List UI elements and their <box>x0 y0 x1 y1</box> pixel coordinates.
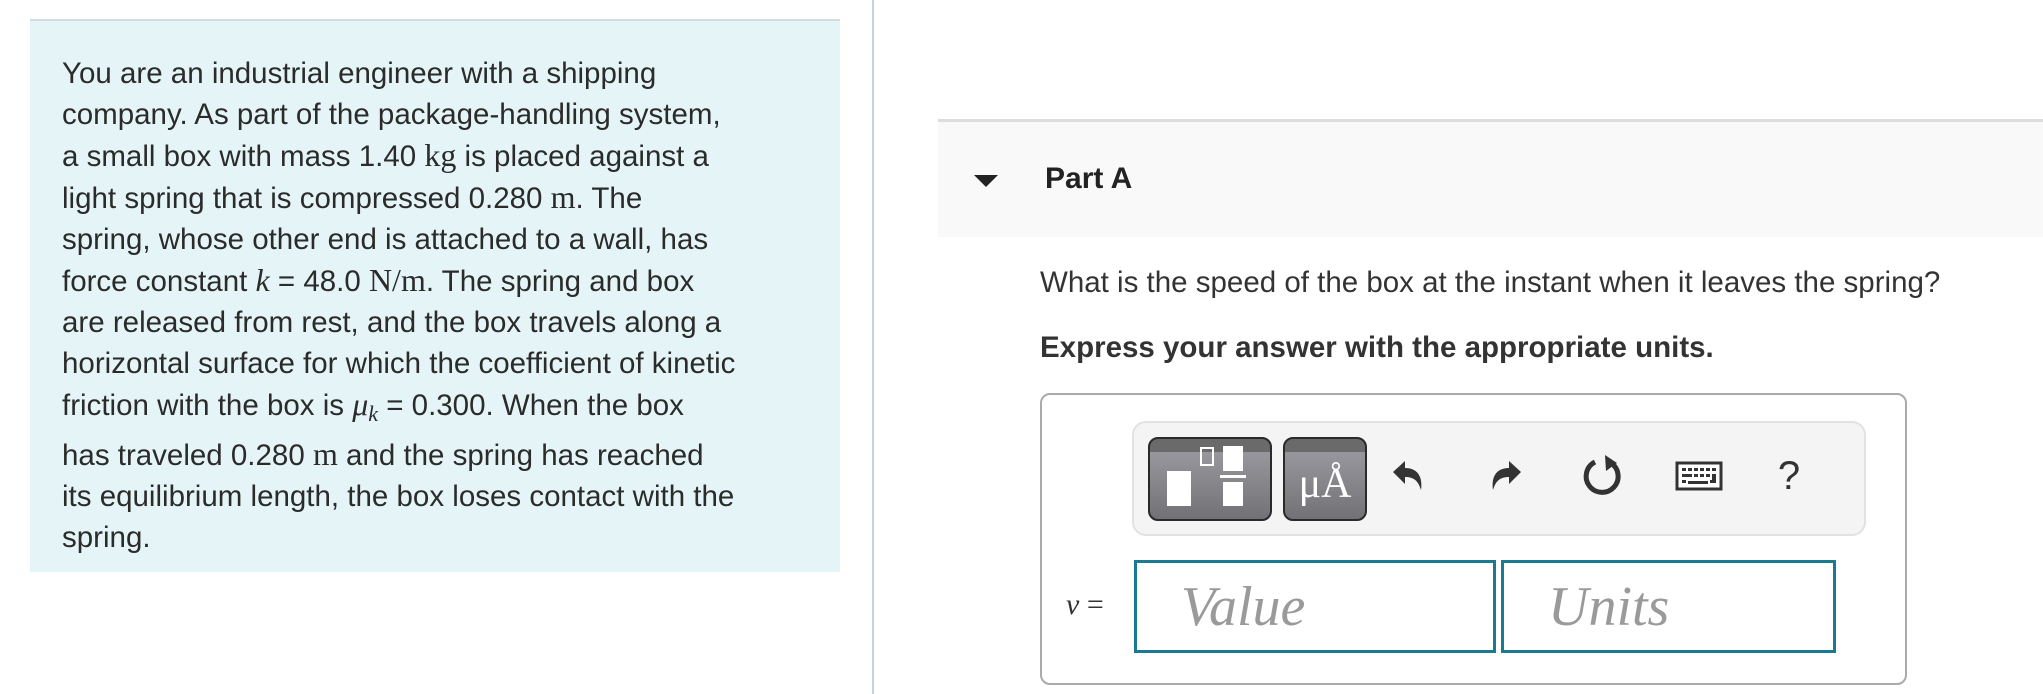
unit-n-per-m: N/m <box>368 262 426 298</box>
text: force constant <box>62 265 256 298</box>
reset-icon <box>1583 455 1621 495</box>
subscript-k: k <box>368 401 379 426</box>
problem-statement-panel: You are an industrial engineer with a sh… <box>30 19 840 572</box>
problem-line: You are an industrial engineer with a sh… <box>62 53 832 94</box>
instruction-text: Express your answer with the appropriate… <box>1040 331 1714 364</box>
text: and the spring has reached <box>337 439 704 472</box>
math-toolbar: μÅ ? <box>1132 421 1866 536</box>
redo-button[interactable] <box>1480 451 1530 501</box>
text: horizontal surface for which the coeffic… <box>62 347 736 380</box>
help-icon: ? <box>1777 453 1801 498</box>
redo-icon <box>1492 461 1521 490</box>
problem-line: friction with the box is μk = 0.300. Whe… <box>62 384 832 434</box>
text: are released from rest, and the box trav… <box>62 306 722 339</box>
symbol-mu: μ <box>352 386 369 422</box>
text: . The <box>575 182 643 215</box>
text: has traveled 0.280 <box>62 439 313 472</box>
problem-line: are released from rest, and the box trav… <box>62 302 832 343</box>
reset-button[interactable] <box>1578 451 1628 501</box>
part-title: Part A <box>1045 162 1133 195</box>
undo-button[interactable] <box>1384 451 1434 501</box>
variable-label: v = <box>1066 588 1104 622</box>
units-input[interactable]: Units <box>1501 560 1836 653</box>
unit-kg: kg <box>424 137 457 173</box>
text: . The spring and box <box>425 265 695 298</box>
text: = 48.0 <box>269 265 369 298</box>
help-button[interactable]: ? <box>1764 451 1814 501</box>
units-icon: μÅ <box>1298 461 1352 507</box>
units-placeholder: Units <box>1548 576 1670 638</box>
text: its equilibrium length, the box loses co… <box>62 480 735 513</box>
question-text: What is the speed of the box at the inst… <box>1040 266 1941 299</box>
unit-m: m <box>312 436 338 472</box>
text: You are an industrial engineer with a sh… <box>62 57 657 90</box>
undo-icon <box>1393 461 1422 490</box>
problem-text: You are an industrial engineer with a sh… <box>62 53 832 558</box>
value-placeholder: Value <box>1181 576 1306 638</box>
pane-divider[interactable] <box>872 0 874 694</box>
part-a-header[interactable]: Part A <box>938 119 2043 237</box>
problem-line: horizontal surface for which the coeffic… <box>62 343 832 384</box>
problem-line: force constant k = 48.0 N/m. The spring … <box>62 260 832 302</box>
text: is placed against a <box>456 140 709 173</box>
problem-line: company. As part of the package-handling… <box>62 94 832 135</box>
units-button[interactable]: μÅ <box>1283 437 1367 521</box>
text: company. As part of the package-handling… <box>62 98 721 131</box>
templates-button[interactable] <box>1148 437 1272 521</box>
symbol-k: k <box>255 262 270 298</box>
text: friction with the box is <box>62 389 353 422</box>
problem-line: light spring that is compressed 0.280 m.… <box>62 177 832 219</box>
unit-m: m <box>550 179 576 215</box>
problem-line: a small box with mass 1.40 kg is placed … <box>62 135 832 177</box>
value-input[interactable]: Value <box>1134 560 1496 653</box>
problem-line: has traveled 0.280 m and the spring has … <box>62 434 832 476</box>
problem-line: its equilibrium length, the box loses co… <box>62 476 832 517</box>
text: spring, whose other end is attached to a… <box>62 223 709 256</box>
equals-sign: = <box>1079 588 1104 621</box>
text: a small box with mass 1.40 <box>62 140 425 173</box>
text: = 0.300. When the box <box>378 389 684 422</box>
text: light spring that is compressed 0.280 <box>62 182 551 215</box>
text: spring. <box>62 521 151 554</box>
problem-line: spring, whose other end is attached to a… <box>62 219 832 260</box>
keyboard-button[interactable] <box>1674 451 1724 501</box>
templates-icon <box>1167 446 1246 506</box>
caret-down-icon[interactable] <box>974 175 998 187</box>
problem-line: spring. <box>62 517 832 558</box>
keyboard-icon <box>1675 461 1723 491</box>
variable-symbol: v <box>1066 588 1080 621</box>
